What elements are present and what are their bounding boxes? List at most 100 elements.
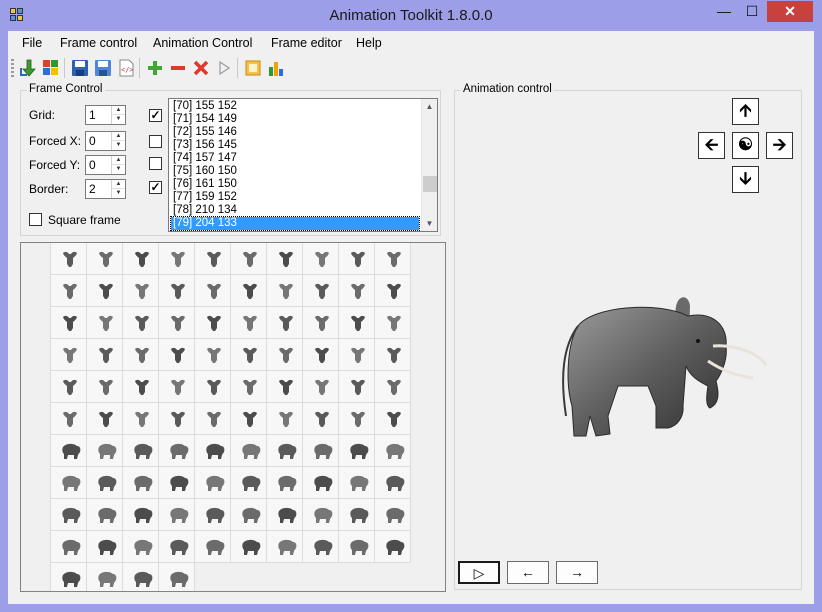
- sprite-frame[interactable]: [123, 371, 159, 403]
- sprite-frame[interactable]: [123, 467, 159, 499]
- sprite-frame[interactable]: [159, 275, 195, 307]
- sprite-frame[interactable]: [123, 435, 159, 467]
- save-icon[interactable]: [70, 58, 90, 78]
- sprite-frame[interactable]: [195, 435, 231, 467]
- sprite-frame[interactable]: [267, 435, 303, 467]
- sprite-frame[interactable]: [159, 563, 195, 591]
- sprite-frame[interactable]: [123, 307, 159, 339]
- sprite-frame[interactable]: [339, 467, 375, 499]
- spin-down-icon[interactable]: ▼: [112, 189, 125, 198]
- forced-x-checkbox[interactable]: [149, 135, 162, 148]
- menu-animation-control[interactable]: Animation Control: [153, 36, 252, 50]
- sprite-frame[interactable]: [303, 339, 339, 371]
- spin-up-icon[interactable]: ▲: [112, 156, 125, 165]
- sprite-frame[interactable]: [339, 243, 375, 275]
- sprite-frame[interactable]: [159, 531, 195, 563]
- sprite-frame[interactable]: [267, 371, 303, 403]
- sprite-frame[interactable]: [339, 371, 375, 403]
- sprite-frame[interactable]: [231, 243, 267, 275]
- spin-up-icon[interactable]: ▲: [112, 132, 125, 141]
- sprite-frame[interactable]: [123, 531, 159, 563]
- sprite-frame[interactable]: [159, 307, 195, 339]
- sprite-frame[interactable]: [51, 371, 87, 403]
- spin-down-icon[interactable]: ▼: [112, 115, 125, 124]
- frame-icon[interactable]: [243, 58, 263, 78]
- sprite-frame[interactable]: [375, 339, 411, 371]
- sprite-frame[interactable]: [231, 371, 267, 403]
- grid-checkbox[interactable]: ✓: [149, 109, 162, 122]
- square-frame-checkbox[interactable]: [29, 213, 42, 226]
- play-icon[interactable]: [214, 58, 234, 78]
- menu-frame-control[interactable]: Frame control: [60, 36, 137, 50]
- sprite-frame[interactable]: [303, 243, 339, 275]
- list-item[interactable]: [71] 154 149: [171, 113, 419, 126]
- sprite-frame[interactable]: [87, 403, 123, 435]
- maximize-button[interactable]: ☐: [738, 1, 766, 22]
- sprite-sheet-panel[interactable]: [20, 242, 446, 592]
- sprite-frame[interactable]: [195, 467, 231, 499]
- sprite-frame[interactable]: [231, 339, 267, 371]
- toolbar-grip[interactable]: [11, 59, 14, 77]
- border-value[interactable]: 2: [89, 182, 96, 196]
- spin-down-icon[interactable]: ▼: [112, 141, 125, 150]
- move-down-button[interactable]: 🡫: [732, 166, 759, 193]
- list-item[interactable]: [75] 160 150: [171, 165, 419, 178]
- spin-up-icon[interactable]: ▲: [112, 180, 125, 189]
- sprite-frame[interactable]: [159, 339, 195, 371]
- forced-x-spinner[interactable]: 0 ▲ ▼: [85, 131, 126, 151]
- sprite-frame[interactable]: [303, 371, 339, 403]
- sprite-frame[interactable]: [87, 307, 123, 339]
- sprite-frame[interactable]: [231, 531, 267, 563]
- sprite-frame[interactable]: [375, 275, 411, 307]
- sprite-frame[interactable]: [159, 499, 195, 531]
- close-button[interactable]: ✕: [767, 1, 813, 22]
- scroll-down-icon[interactable]: ▼: [422, 216, 437, 231]
- sprite-frame[interactable]: [339, 307, 375, 339]
- sprite-frame[interactable]: [195, 243, 231, 275]
- sprite-frame[interactable]: [231, 275, 267, 307]
- forced-x-value[interactable]: 0: [89, 134, 96, 148]
- grid-spinner[interactable]: 1 ▲ ▼: [85, 105, 126, 125]
- forced-y-spinner[interactable]: 0 ▲ ▼: [85, 155, 126, 175]
- sprite-frame[interactable]: [303, 275, 339, 307]
- sprite-frame[interactable]: [339, 403, 375, 435]
- delete-icon[interactable]: [191, 58, 211, 78]
- list-item[interactable]: [78] 210 134: [171, 204, 419, 217]
- sprite-frame[interactable]: [231, 435, 267, 467]
- sprite-frame[interactable]: [267, 403, 303, 435]
- list-item[interactable]: [76] 161 150: [171, 178, 419, 191]
- sprite-frame[interactable]: [51, 275, 87, 307]
- move-left-button[interactable]: 🡨: [698, 132, 725, 159]
- palette-icon[interactable]: [41, 58, 61, 78]
- list-scrollbar[interactable]: ▲ ▼: [421, 99, 437, 231]
- sprite-frame[interactable]: [267, 531, 303, 563]
- sprite-frame[interactable]: [195, 531, 231, 563]
- sprite-frame[interactable]: [267, 307, 303, 339]
- sprite-frame[interactable]: [87, 339, 123, 371]
- sprite-frame[interactable]: [303, 499, 339, 531]
- list-item[interactable]: [73] 156 145: [171, 139, 419, 152]
- sprite-frame[interactable]: [303, 403, 339, 435]
- sprite-frame[interactable]: [303, 307, 339, 339]
- sprite-frame[interactable]: [51, 403, 87, 435]
- list-item[interactable]: [74] 157 147: [171, 152, 419, 165]
- play-button[interactable]: ▷: [458, 561, 500, 584]
- title-bar[interactable]: Animation Toolkit 1.8.0.0 — ☐ ✕: [0, 0, 822, 31]
- sprite-frame[interactable]: [159, 403, 195, 435]
- sprite-frame[interactable]: [87, 499, 123, 531]
- chart-icon[interactable]: [266, 58, 286, 78]
- sprite-frame[interactable]: [339, 275, 375, 307]
- sprite-frame[interactable]: [159, 467, 195, 499]
- sprite-frame[interactable]: [51, 531, 87, 563]
- sprite-frame[interactable]: [267, 339, 303, 371]
- scroll-thumb[interactable]: [423, 176, 437, 192]
- sprite-frame[interactable]: [267, 467, 303, 499]
- sprite-frame[interactable]: [375, 531, 411, 563]
- sprite-frame[interactable]: [375, 403, 411, 435]
- sprite-frame[interactable]: [231, 499, 267, 531]
- sprite-frame[interactable]: [195, 275, 231, 307]
- import-icon[interactable]: [18, 58, 38, 78]
- sprite-frame[interactable]: [87, 435, 123, 467]
- sprite-frame[interactable]: [231, 467, 267, 499]
- sprite-frame[interactable]: [87, 531, 123, 563]
